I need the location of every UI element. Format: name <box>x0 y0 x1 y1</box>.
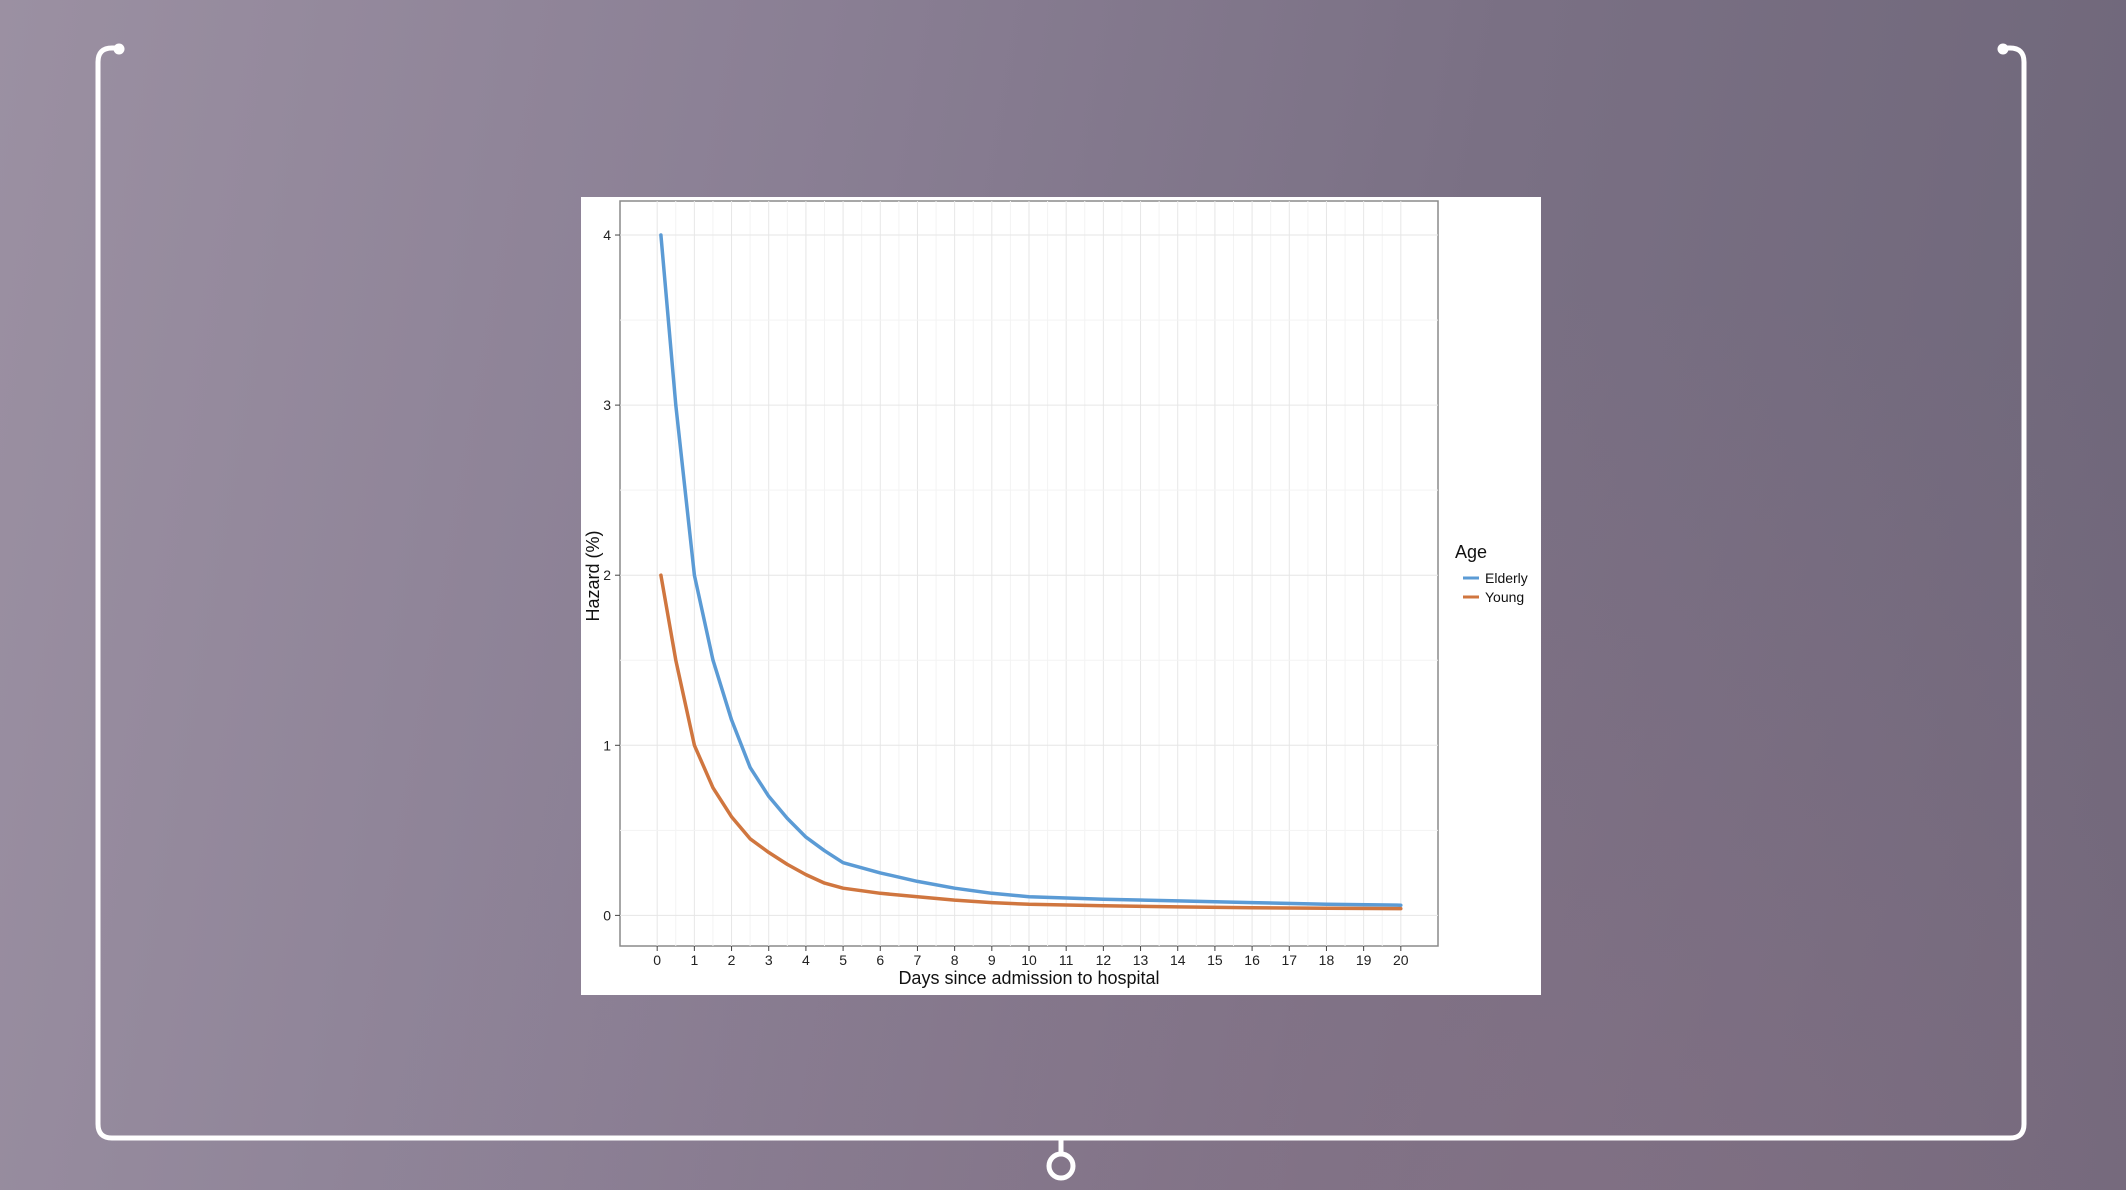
hazard-chart: 0 1 2 3 4 5 6 7 8 9 10 11 12 13 14 15 16 17 18 19 2001234 Da… <box>583 200 1528 988</box>
y-tick-label: 0 <box>603 907 611 923</box>
x-tick-label: 7 <box>914 952 922 968</box>
frame-left-dot <box>113 43 125 55</box>
x-tick-label: 14 <box>1170 952 1186 968</box>
x-tick-label: 20 <box>1393 952 1409 968</box>
x-tick-label: 10 <box>1021 952 1037 968</box>
x-tick-label: 11 <box>1059 952 1074 968</box>
chart-card: 0 1 2 3 4 5 6 7 8 9 10 11 12 13 14 15 16 17 18 19 20 0 1 2 3 4 Da… <box>581 197 1541 995</box>
y-tick-label: 1 <box>603 737 611 753</box>
x-tick-label: 4 <box>802 952 810 968</box>
y-axis-title: Hazard (%) <box>583 530 603 621</box>
x-tick-label: 1 <box>690 952 698 968</box>
frame-right-dot <box>1997 43 2009 55</box>
x-tick-label: 3 <box>765 952 773 968</box>
x-tick-label: 18 <box>1319 952 1335 968</box>
y-tick-label: 3 <box>603 397 611 413</box>
legend-label-young: Young <box>1485 589 1524 605</box>
x-tick-label: 17 <box>1281 952 1297 968</box>
x-tick-label: 8 <box>951 952 959 968</box>
x-tick-label: 16 <box>1244 952 1260 968</box>
y-tick-label: 4 <box>603 227 611 243</box>
x-tick-label: 13 <box>1133 952 1149 968</box>
x-tick-label: 0 <box>653 952 661 968</box>
x-tick-label: 12 <box>1096 952 1112 968</box>
legend-items: Elderly Young <box>1463 570 1528 605</box>
x-tick-label: 5 <box>839 952 847 968</box>
x-tick-label: 15 <box>1207 952 1223 968</box>
x-tick-label: 19 <box>1356 952 1372 968</box>
x-tick-label: 6 <box>876 952 884 968</box>
x-tick-label: 2 <box>728 952 736 968</box>
legend-title: Age <box>1455 542 1487 562</box>
x-tick-label: 9 <box>988 952 996 968</box>
legend: Age Elderly Young <box>1455 542 1528 605</box>
frame-bottom-circle[interactable] <box>1046 1151 1076 1181</box>
x-axis-title: Days since admission to hospital <box>898 968 1159 988</box>
legend-label-elderly: Elderly <box>1485 570 1528 586</box>
y-tick-label: 2 <box>603 567 611 583</box>
